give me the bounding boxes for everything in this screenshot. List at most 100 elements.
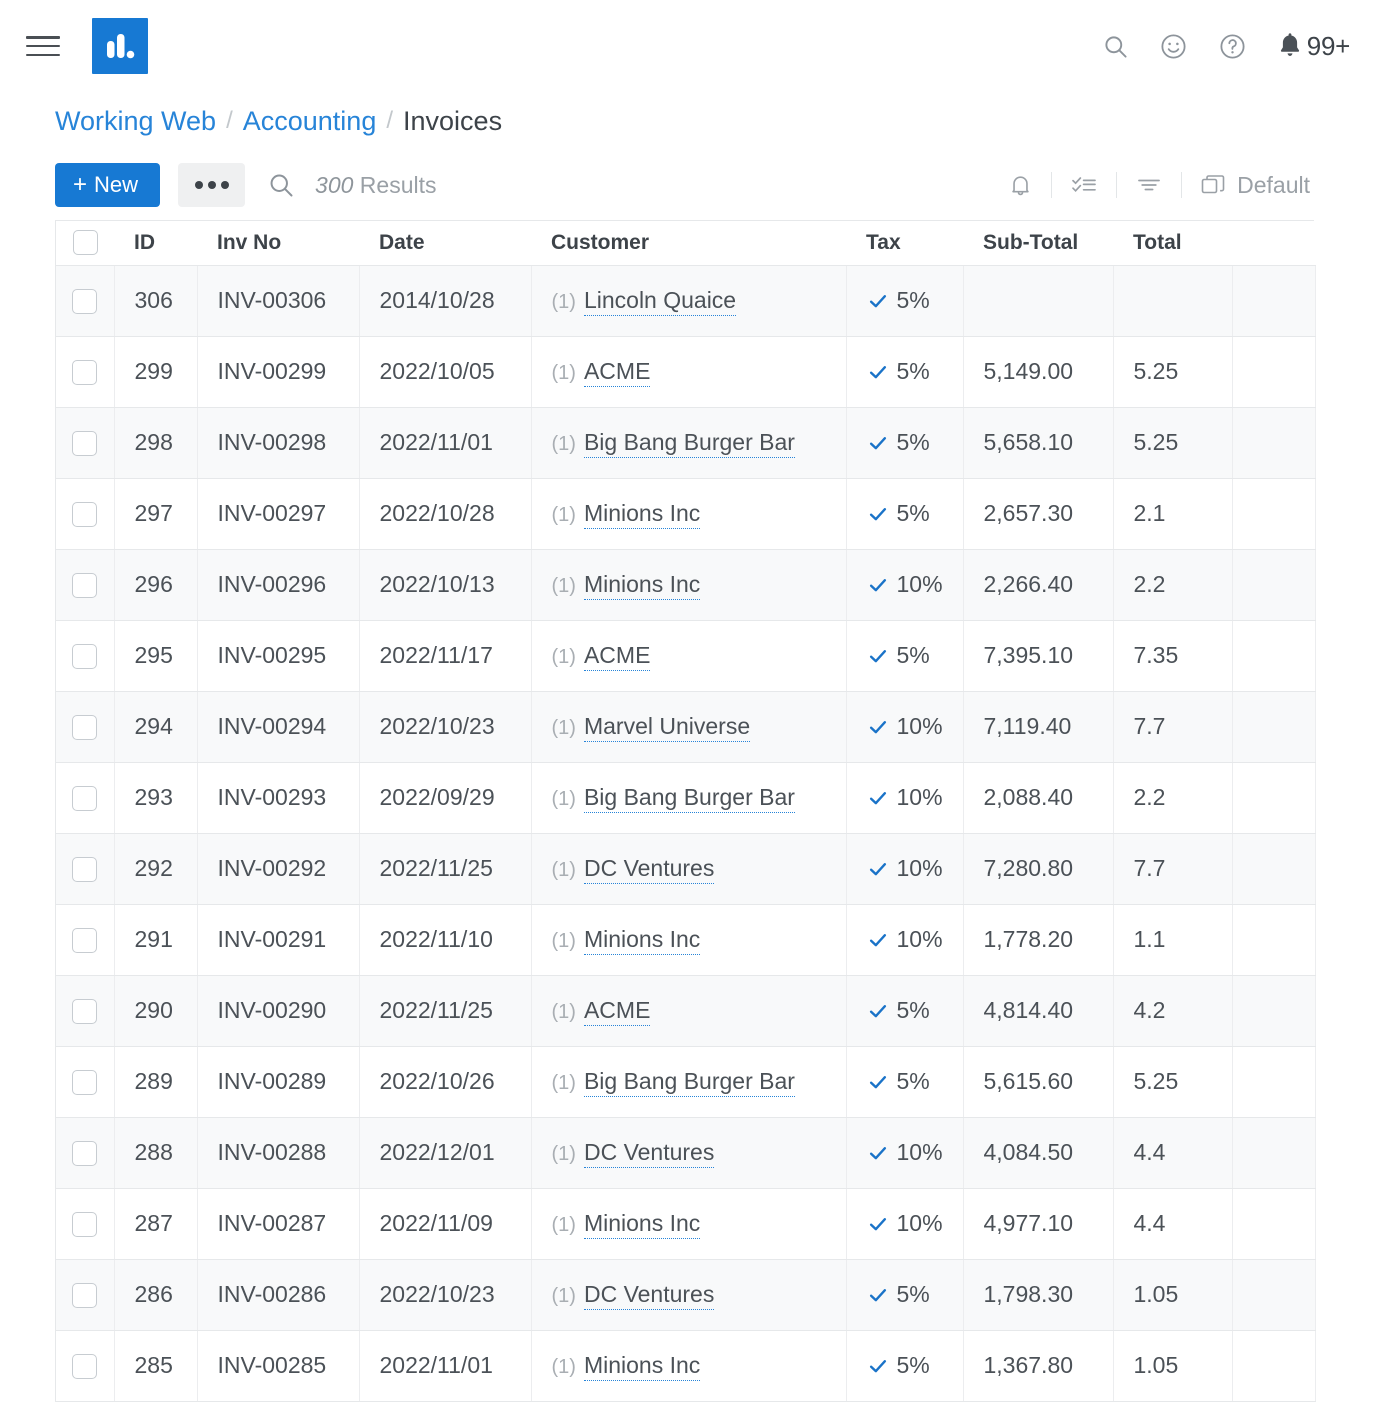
cell-inv-no: INV-00295 bbox=[197, 620, 360, 692]
customer-link[interactable]: DC Ventures bbox=[583, 1281, 715, 1310]
cell-tax: 5% bbox=[846, 1046, 964, 1118]
row-checkbox[interactable] bbox=[72, 999, 98, 1025]
help-question-icon[interactable] bbox=[1218, 32, 1247, 61]
hamburger-menu-icon[interactable] bbox=[26, 33, 60, 59]
view-selector[interactable]: Default bbox=[1182, 172, 1314, 199]
check-icon bbox=[867, 1213, 889, 1235]
cell-inv-no: INV-00286 bbox=[197, 1259, 360, 1331]
cell-total: 1.1 bbox=[1113, 904, 1233, 976]
row-checkbox[interactable] bbox=[72, 289, 98, 315]
row-checkbox[interactable] bbox=[72, 857, 98, 883]
breadcrumb-item-working-web[interactable]: Working Web bbox=[55, 106, 216, 137]
table-row[interactable]: 290 INV-00290 2022/11/25 (1) ACME 5% 4,814.40 4… bbox=[56, 975, 1316, 1047]
column-header-tax[interactable]: Tax bbox=[846, 221, 963, 266]
table-row[interactable]: 289 INV-00289 2022/10/26 (1) Big Bang Burger… bbox=[56, 1046, 1316, 1118]
customer-index: (1) bbox=[551, 1214, 576, 1236]
row-checkbox[interactable] bbox=[72, 928, 98, 954]
view-selector-label: Default bbox=[1237, 171, 1310, 198]
table-row[interactable]: 292 INV-00292 2022/11/25 (1) DC Ventures 10% 7… bbox=[56, 833, 1316, 905]
column-header-sub-total[interactable]: Sub-Total bbox=[963, 221, 1113, 266]
customer-link[interactable]: Lincoln Quaice bbox=[583, 287, 737, 316]
hamburger-line bbox=[26, 36, 60, 39]
row-checkbox[interactable] bbox=[72, 360, 98, 386]
customer-link[interactable]: DC Ventures bbox=[583, 1139, 715, 1168]
cell-date: 2022/10/23 bbox=[359, 691, 532, 763]
row-checkbox[interactable] bbox=[72, 1354, 98, 1380]
customer-link[interactable]: Marvel Universe bbox=[583, 713, 751, 742]
customer-link[interactable]: Minions Inc bbox=[583, 1210, 701, 1239]
customer-link[interactable]: Big Bang Burger Bar bbox=[583, 1068, 795, 1097]
cell-date: 2022/12/01 bbox=[359, 1117, 532, 1189]
customer-link[interactable]: Minions Inc bbox=[583, 571, 701, 600]
customer-link[interactable]: Minions Inc bbox=[583, 926, 701, 955]
row-select-cell bbox=[56, 762, 115, 834]
row-checkbox[interactable] bbox=[72, 431, 98, 457]
table-row[interactable]: 298 INV-00298 2022/11/01 (1) Big Bang Burger… bbox=[56, 407, 1316, 479]
table-row[interactable]: 295 INV-00295 2022/11/17 (1) ACME 5% 7,395.10 7… bbox=[56, 620, 1316, 692]
cell-total: 4.4 bbox=[1113, 1188, 1233, 1260]
customer-link[interactable]: ACME bbox=[583, 642, 651, 671]
row-checkbox[interactable] bbox=[72, 1212, 98, 1238]
table-row[interactable]: 286 INV-00286 2022/10/23 (1) DC Ventures 5% 1,… bbox=[56, 1259, 1316, 1331]
row-checkbox[interactable] bbox=[72, 786, 98, 812]
customer-link[interactable]: ACME bbox=[583, 997, 651, 1026]
table-row[interactable]: 296 INV-00296 2022/10/13 (1) Minions Inc 10% 2… bbox=[56, 549, 1316, 621]
cell-date: 2022/11/25 bbox=[359, 833, 532, 905]
notification-count: 99+ bbox=[1306, 30, 1351, 61]
table-row[interactable]: 285 INV-00285 2022/11/01 (1) Minions Inc 5% 1,… bbox=[56, 1330, 1316, 1402]
row-select-cell bbox=[56, 1188, 115, 1260]
row-checkbox[interactable] bbox=[72, 1141, 98, 1167]
table-row[interactable]: 306 INV-00306 2014/10/28 (1) Lincoln Quaice 5… bbox=[56, 265, 1316, 337]
tax-value: 5% bbox=[896, 1068, 930, 1094]
list-search-icon[interactable] bbox=[267, 171, 295, 199]
column-header-customer[interactable]: Customer bbox=[531, 221, 846, 266]
customer-link[interactable]: DC Ventures bbox=[583, 855, 715, 884]
table-row[interactable]: 297 INV-00297 2022/10/28 (1) Minions Inc 5% 2,… bbox=[56, 478, 1316, 550]
row-checkbox[interactable] bbox=[72, 1283, 98, 1309]
table-row[interactable]: 287 INV-00287 2022/11/09 (1) Minions Inc 10% 4… bbox=[56, 1188, 1316, 1260]
column-header-id[interactable]: ID bbox=[114, 221, 197, 266]
checklist-icon[interactable] bbox=[1052, 169, 1116, 201]
check-icon bbox=[867, 787, 889, 809]
customer-link[interactable]: Big Bang Burger Bar bbox=[583, 784, 795, 813]
table-row[interactable]: 291 INV-00291 2022/11/10 (1) Minions Inc 10% 1… bbox=[56, 904, 1316, 976]
customer-link[interactable]: Big Bang Burger Bar bbox=[583, 429, 795, 458]
column-header-date[interactable]: Date bbox=[359, 221, 531, 266]
cell-blank bbox=[1232, 904, 1316, 976]
cell-tax: 5% bbox=[846, 478, 964, 550]
table-row[interactable]: 293 INV-00293 2022/09/29 (1) Big Bang Burger… bbox=[56, 762, 1316, 834]
select-all-cell bbox=[56, 221, 114, 266]
layers-icon bbox=[1200, 173, 1227, 198]
row-checkbox[interactable] bbox=[72, 502, 98, 528]
table-row[interactable]: 288 INV-00288 2022/12/01 (1) DC Ventures 10% 4… bbox=[56, 1117, 1316, 1189]
check-icon bbox=[867, 574, 889, 596]
row-checkbox[interactable] bbox=[72, 644, 98, 670]
more-actions-button[interactable] bbox=[178, 163, 246, 207]
smiley-face-icon[interactable] bbox=[1159, 32, 1188, 61]
filter-icon[interactable] bbox=[1117, 169, 1181, 201]
cell-inv-no: INV-00299 bbox=[197, 336, 360, 408]
breadcrumb-item-accounting[interactable]: Accounting bbox=[243, 106, 377, 137]
column-header-total[interactable]: Total bbox=[1113, 221, 1232, 266]
subscribe-bell-icon[interactable] bbox=[990, 169, 1051, 201]
customer-index: (1) bbox=[551, 717, 576, 739]
row-checkbox[interactable] bbox=[72, 1070, 98, 1096]
cell-id: 296 bbox=[114, 549, 198, 621]
cell-total: 2.2 bbox=[1113, 549, 1233, 621]
row-checkbox[interactable] bbox=[72, 573, 98, 599]
new-button[interactable]: + New bbox=[55, 163, 161, 207]
tax-value: 10% bbox=[896, 713, 943, 739]
bar-chart-logo[interactable] bbox=[92, 18, 148, 74]
tax-value: 10% bbox=[896, 1139, 943, 1165]
table-row[interactable]: 294 INV-00294 2022/10/23 (1) Marvel Universe… bbox=[56, 691, 1316, 763]
customer-link[interactable]: Minions Inc bbox=[583, 500, 701, 529]
customer-link[interactable]: Minions Inc bbox=[583, 1352, 701, 1381]
search-icon[interactable] bbox=[1102, 33, 1129, 60]
cell-inv-no: INV-00298 bbox=[197, 407, 360, 479]
table-row[interactable]: 299 INV-00299 2022/10/05 (1) ACME 5% 5,149.00 5… bbox=[56, 336, 1316, 408]
notifications-button[interactable]: 99+ bbox=[1277, 31, 1350, 62]
row-checkbox[interactable] bbox=[72, 715, 98, 741]
customer-link[interactable]: ACME bbox=[583, 358, 651, 387]
column-header-inv-no[interactable]: Inv No bbox=[197, 221, 359, 266]
select-all-checkbox[interactable] bbox=[72, 230, 98, 256]
